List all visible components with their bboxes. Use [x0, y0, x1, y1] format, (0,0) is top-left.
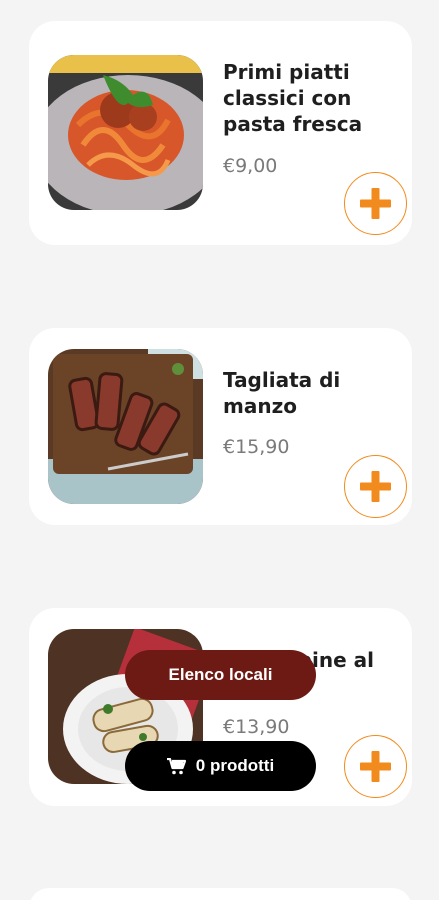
product-price: €13,90: [223, 716, 290, 738]
add-to-cart-button[interactable]: [344, 172, 407, 235]
cart-icon: [166, 757, 186, 774]
product-image: [48, 349, 203, 504]
plus-icon: [360, 471, 391, 502]
product-price: €9,00: [223, 155, 278, 177]
product-image: [48, 55, 203, 210]
product-title: Primi piatti classici con pasta fresca: [223, 60, 363, 136]
product-card[interactable]: Tagliata di manzo €15,90: [29, 328, 412, 525]
locali-list-button[interactable]: Elenco locali: [125, 650, 316, 700]
add-to-cart-button[interactable]: [344, 455, 407, 518]
product-card[interactable]: Primi piatti classici con pasta fresca €…: [29, 21, 412, 245]
cart-button[interactable]: 0 prodotti: [125, 741, 316, 791]
add-to-cart-button[interactable]: [344, 735, 407, 798]
product-title: Tagliata di manzo: [223, 368, 341, 418]
plus-icon: [360, 751, 391, 782]
locali-list-label: Elenco locali: [168, 665, 273, 684]
plus-icon: [360, 188, 391, 219]
cart-count-label: 0 prodotti: [195, 756, 275, 775]
product-price: €15,90: [223, 436, 290, 458]
product-card[interactable]: [29, 888, 412, 900]
